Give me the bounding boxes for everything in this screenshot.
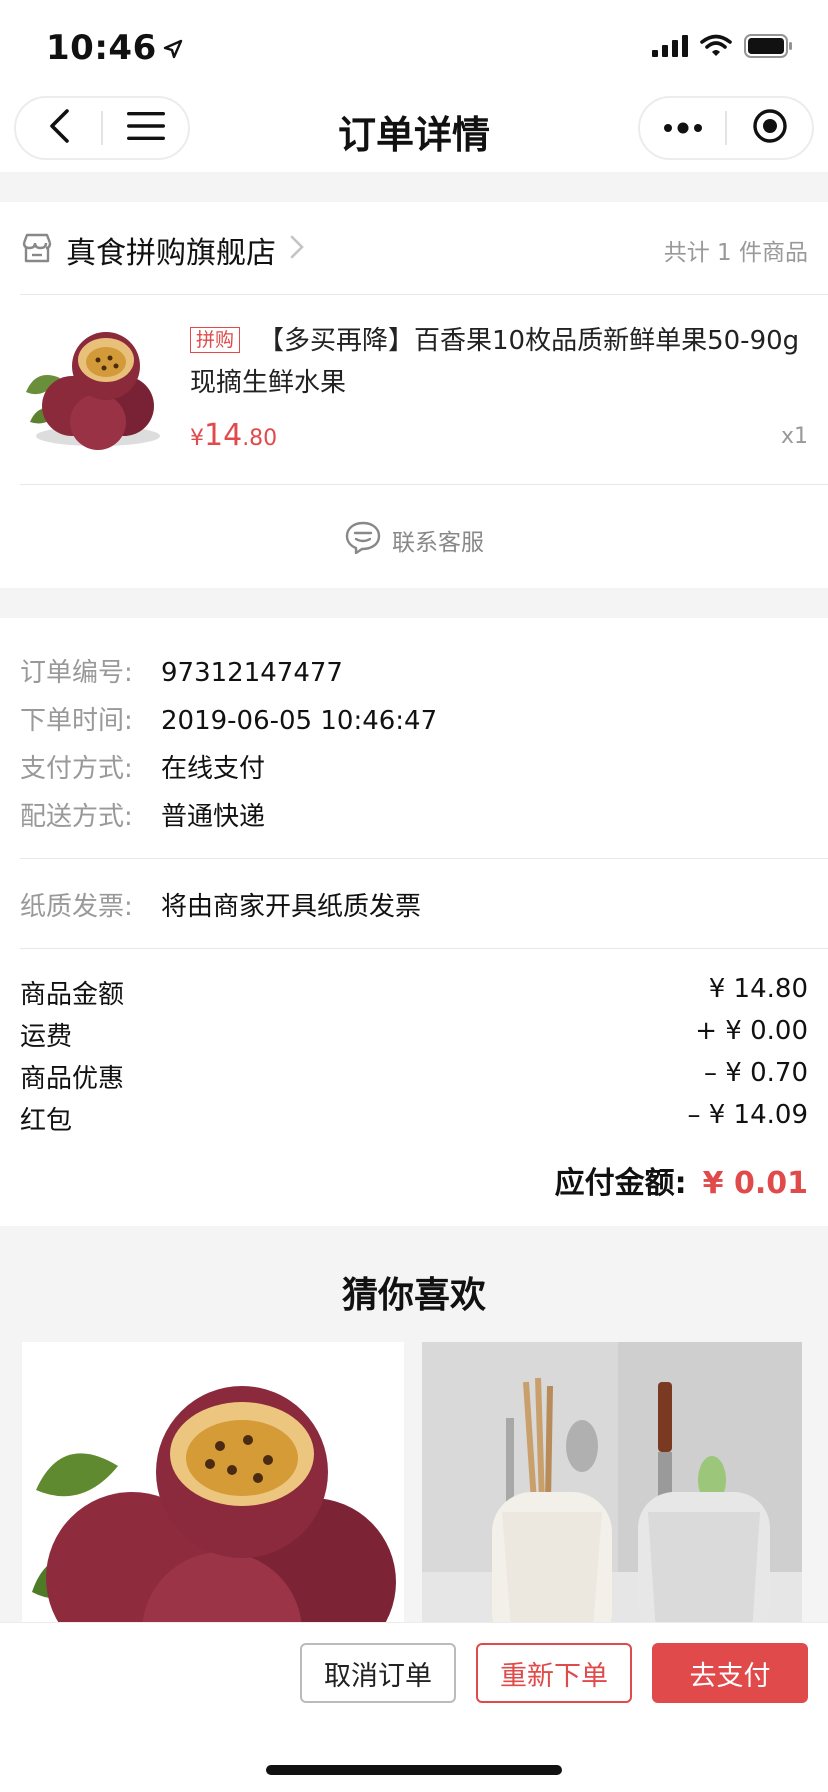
customer-service-icon [344,520,382,560]
more-dots-icon [663,119,703,138]
recommend-section: 猜你喜欢 [0,1226,828,1672]
fee-row-goods: 商品金额 ¥ 14.80 [20,974,808,1011]
payable-label: 应付金额: [554,1166,687,1201]
fee-label: 商品优惠 [20,1064,125,1094]
chevron-right-icon [290,235,304,266]
recommend-title: 猜你喜欢 [341,1275,486,1316]
payment-method-label: 支付方式: [20,754,133,784]
bottom-action-bar: 取消订单 重新下单 去支付 [0,1622,828,1792]
status-bar: 10:46 [0,0,828,92]
fee-value: + ¥ 0.00 [695,1016,808,1046]
fee-label: 商品金额 [20,980,125,1010]
payable-amount: ¥ 0.01 [702,1166,808,1201]
order-info-card: 订单编号: 97312147477 下单时间: 2019-06-05 10:46:4… [0,618,828,1226]
divider [20,294,828,295]
price-symbol: ¥ [190,426,204,451]
location-arrow-icon [163,36,183,66]
delivery-method-label: 配送方式: [20,802,133,832]
more-button[interactable] [640,98,725,158]
close-miniprogram-button[interactable] [727,98,812,158]
pay-button[interactable]: 去支付 [652,1643,808,1703]
order-number-value: 97312147477 [161,658,343,688]
product-item[interactable]: 拼购 【多买再降】百香果10枚品质新鲜单果50-90g 现摘生鲜水果 ¥14.80… [20,310,808,470]
fee-value: – ¥ 0.70 [704,1058,808,1088]
navbar: 订单详情 [0,92,828,172]
close-target-icon [752,108,788,148]
order-number-row: 订单编号: 97312147477 [20,652,343,689]
section-gap [0,172,828,202]
store-name: 真食拼购旗舰店 [66,236,276,271]
fee-value: – ¥ 14.09 [687,1100,808,1130]
divider [20,484,828,485]
fee-label: 红包 [20,1106,73,1136]
product-title-text: 【多买再降】百香果10枚品质新鲜单果50-90g 现摘生鲜水果 [190,326,800,398]
reorder-button[interactable]: 重新下单 [476,1643,632,1703]
price-decimal: .80 [242,426,278,451]
battery-icon [744,34,794,62]
item-count: 共计 1 件商品 [663,240,808,266]
home-indicator [266,1765,562,1775]
invoice-value: 将由商家开具纸质发票 [161,892,422,922]
invoice-row: 纸质发票: 将由商家开具纸质发票 [20,886,421,923]
contact-service-button[interactable]: 联系客服 [0,512,828,568]
product-thumbnail [20,324,168,450]
delivery-method-row: 配送方式: 普通快递 [20,796,265,833]
order-time-row: 下单时间: 2019-06-05 10:46:47 [20,700,437,737]
delivery-method-value: 普通快递 [161,802,266,832]
wifi-icon [700,34,732,62]
product-title: 拼购 【多买再降】百香果10枚品质新鲜单果50-90g 现摘生鲜水果 [190,320,808,404]
section-gap [0,588,828,618]
nav-right-capsule [638,96,814,160]
store-header[interactable]: 真食拼购旗舰店 共计 1 件商品 [20,220,808,280]
store-icon [20,231,54,269]
payable-total: 应付金额: ¥ 0.01 [555,1158,808,1202]
cellular-signal-icon [652,35,688,61]
cancel-order-button[interactable]: 取消订单 [300,1643,456,1703]
group-buy-tag: 拼购 [190,327,241,353]
time-text: 10:46 [46,28,157,68]
price-integer: 14 [204,418,243,453]
invoice-label: 纸质发票: [20,892,133,922]
divider [20,858,828,859]
order-number-label: 订单编号: [20,658,133,688]
fee-row-shipping: 运费 + ¥ 0.00 [20,1016,808,1053]
product-price: ¥14.80 [190,418,277,453]
divider [20,948,828,949]
order-time-label: 下单时间: [20,706,133,736]
fee-row-discount: 商品优惠 – ¥ 0.70 [20,1058,808,1095]
contact-service-label: 联系客服 [392,530,484,556]
status-time: 10:46 [46,28,183,68]
payment-method-row: 支付方式: 在线支付 [20,748,265,785]
product-quantity: x1 [780,424,808,449]
payment-method-value: 在线支付 [161,754,266,784]
fee-value: ¥ 14.80 [708,974,808,1004]
fee-label: 运费 [20,1022,73,1052]
fee-row-red-packet: 红包 – ¥ 14.09 [20,1100,808,1137]
order-store-card: 真食拼购旗舰店 共计 1 件商品 拼购 【多买再降】百香果10枚品质新鲜单果50… [0,202,828,588]
status-icons [652,34,794,62]
order-time-value: 2019-06-05 10:46:47 [161,706,438,736]
